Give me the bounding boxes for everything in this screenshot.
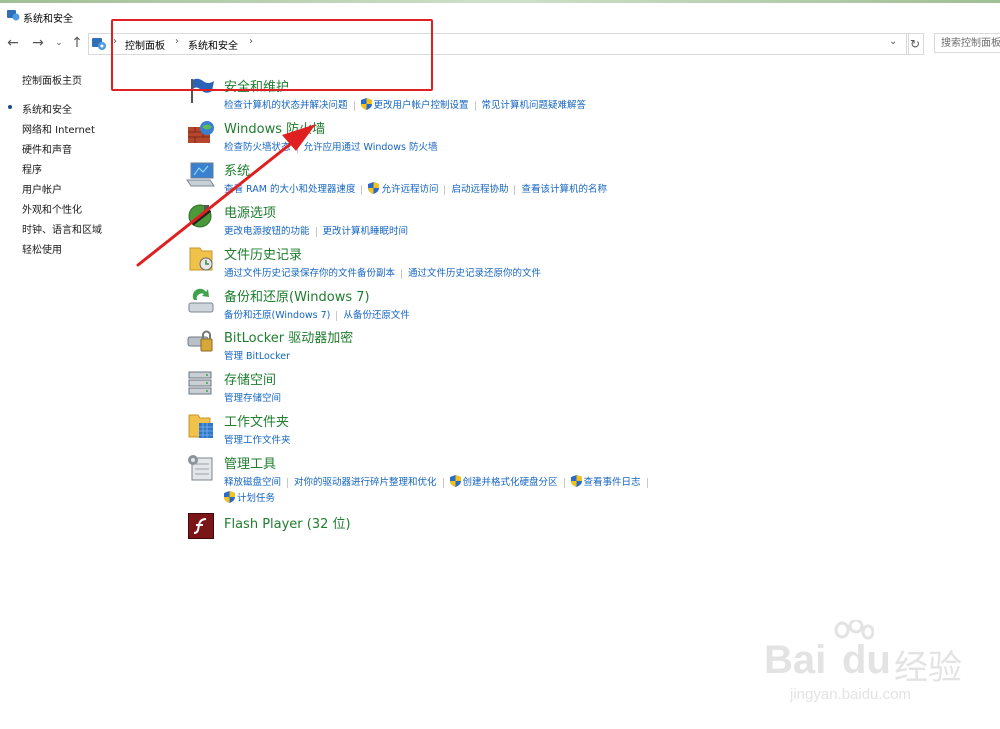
link-separator — [353, 100, 355, 111]
link-restore-files[interactable]: 通过文件历史记录还原你的文件 — [408, 265, 541, 279]
address-dropdown-chevron-icon[interactable]: ⌄ — [889, 36, 897, 47]
link-label: 计划任务 — [237, 493, 276, 504]
link-remote-access[interactable]: 允许远程访问 — [368, 181, 438, 195]
category-links: 管理工作文件夹 — [224, 432, 291, 446]
category-storage-spaces: 存储空间 管理存储空间 — [186, 369, 786, 409]
link-manage-work-folders[interactable]: 管理工作文件夹 — [224, 432, 291, 446]
link-separator — [474, 100, 476, 111]
sidebar-item-label: 系统和安全 — [22, 105, 72, 116]
control-panel-icon — [92, 38, 106, 50]
link-separator — [444, 184, 446, 195]
link-computer-name[interactable]: 查看该计算机的名称 — [521, 181, 607, 195]
category-title[interactable]: Flash Player (32 位) — [224, 513, 351, 532]
link-separator — [563, 477, 565, 488]
control-panel-icon — [7, 10, 20, 21]
backup-icon — [188, 288, 214, 313]
sidebar-item-home[interactable]: 控制面板主页 — [22, 72, 82, 87]
link-event-log[interactable]: 查看事件日志 — [570, 474, 641, 488]
link-scheduled-tasks[interactable]: 计划任务 — [224, 490, 275, 504]
uac-shield-icon — [449, 475, 461, 487]
link-sleep-time[interactable]: 更改计算机睡眠时间 — [323, 223, 409, 237]
link-restore-from-backup[interactable]: 从备份还原文件 — [343, 307, 410, 321]
category-admin-tools: 管理工具 释放磁盘空间 对你的驱动器进行碎片整理和优化 创建并格式化硬盘分区 查看事件… — [186, 453, 786, 505]
link-separator — [401, 268, 403, 279]
search-input[interactable] — [934, 33, 1000, 53]
uac-shield-icon — [360, 98, 372, 110]
link-separator — [514, 184, 516, 195]
uac-shield-icon — [224, 491, 235, 503]
link-troubleshoot[interactable]: 常见计算机问题疑难解答 — [482, 97, 587, 111]
sidebar-item-user-accounts[interactable]: 用户帐户 — [22, 181, 62, 196]
watermark-brand-suffix: du — [842, 638, 891, 682]
link-separator — [287, 477, 289, 488]
category-bitlocker: BitLocker 驱动器加密 管理 BitLocker — [186, 327, 786, 367]
category-links: 释放磁盘空间 对你的驱动器进行碎片整理和优化 创建并格式化硬盘分区 查看事件日志 — [224, 474, 654, 488]
link-manage-storage[interactable]: 管理存储空间 — [224, 390, 281, 404]
category-title[interactable]: 备份和还原(Windows 7) — [224, 286, 370, 305]
window-title: 系统和安全 — [23, 14, 73, 25]
link-label: 查看事件日志 — [583, 477, 641, 488]
watermark-brand: Bai — [764, 638, 827, 682]
category-work-folders: 工作文件夹 管理工作文件夹 — [186, 411, 786, 451]
category-title[interactable]: 存储空间 — [224, 369, 276, 388]
link-separator — [336, 310, 338, 321]
active-bullet — [8, 105, 12, 109]
annotation-highlight-box — [111, 19, 433, 91]
category-title[interactable]: 工作文件夹 — [224, 411, 289, 430]
watermark-cn: 经验 — [894, 649, 962, 687]
category-title[interactable]: 管理工具 — [224, 453, 276, 472]
annotation-arrow-icon — [136, 124, 316, 267]
link-manage-bitlocker[interactable]: 管理 BitLocker — [224, 348, 290, 362]
sidebar-item-system-security[interactable]: 系统和安全 — [8, 101, 72, 116]
category-flash-player: Flash Player (32 位) — [186, 512, 786, 552]
category-links: 管理存储空间 — [224, 390, 281, 404]
category-links-row2: 计划任务 — [224, 490, 275, 504]
category-title[interactable]: BitLocker 驱动器加密 — [224, 327, 353, 346]
link-disk-cleanup[interactable]: 释放磁盘空间 — [224, 474, 281, 488]
link-check-status[interactable]: 检查计算机的状态并解决问题 — [224, 97, 348, 111]
sidebar-item-clock-region[interactable]: 时钟、语言和区域 — [22, 221, 102, 236]
uac-shield-icon — [570, 475, 582, 487]
link-defragment[interactable]: 对你的驱动器进行碎片整理和优化 — [294, 474, 437, 488]
category-links: 备份和还原(Windows 7) 从备份还原文件 — [224, 307, 410, 321]
sidebar-item-hardware-sound[interactable]: 硬件和声音 — [22, 141, 72, 156]
forward-arrow-icon[interactable]: → — [30, 35, 46, 51]
flash-icon — [188, 513, 214, 539]
uac-shield-icon — [368, 182, 380, 194]
category-links: 检查计算机的状态并解决问题 更改用户帐户控制设置 常见计算机问题疑难解答 — [224, 97, 586, 111]
sidebar-item-network[interactable]: 网络和 Internet — [22, 121, 95, 136]
bitlocker-icon — [187, 330, 213, 352]
link-label: 创建并格式化硬盘分区 — [462, 477, 558, 488]
refresh-icon[interactable]: ↻ — [906, 33, 924, 55]
link-create-partition[interactable]: 创建并格式化硬盘分区 — [449, 474, 558, 488]
link-separator — [361, 184, 363, 195]
category-links: 管理 BitLocker — [224, 348, 290, 362]
back-arrow-icon[interactable]: ← — [5, 35, 21, 51]
link-separator — [646, 477, 648, 488]
baidu-watermark: Bai du 经验 jingyan.baidu.com — [764, 620, 984, 704]
link-remote-assistance[interactable]: 启动远程协助 — [451, 181, 508, 195]
watermark-url: jingyan.baidu.com — [790, 686, 911, 703]
work-folders-icon — [188, 414, 213, 438]
sidebar-item-ease-of-access[interactable]: 轻松使用 — [22, 241, 62, 256]
up-arrow-icon[interactable]: ↑ — [69, 35, 85, 51]
link-separator — [442, 477, 444, 488]
link-uac-settings[interactable]: 更改用户帐户控制设置 — [360, 97, 469, 111]
link-backup-restore-win7[interactable]: 备份和还原(Windows 7) — [224, 307, 330, 321]
sidebar-item-appearance[interactable]: 外观和个性化 — [22, 201, 82, 216]
recent-locations-chevron-icon[interactable]: ⌄ — [51, 35, 67, 51]
storage-icon — [188, 371, 212, 395]
admin-tools-icon — [188, 455, 213, 481]
link-label: 允许远程访问 — [381, 184, 439, 195]
sidebar-item-programs[interactable]: 程序 — [22, 161, 42, 176]
category-backup-restore: 备份和还原(Windows 7) 备份和还原(Windows 7) 从备份还原文件 — [186, 286, 786, 326]
link-label: 更改用户帐户控制设置 — [373, 100, 469, 111]
